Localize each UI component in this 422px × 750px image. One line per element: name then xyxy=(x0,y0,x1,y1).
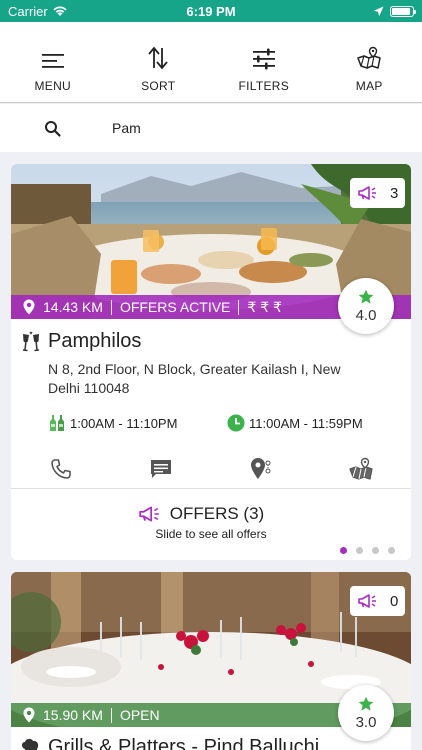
toolbar: MENU SORT FILTERS MAP xyxy=(0,22,422,103)
page-dot[interactable] xyxy=(372,547,379,554)
rating-badge: 3.0 xyxy=(338,685,394,741)
open-hours: 11:00AM - 11:59PM xyxy=(227,414,363,432)
search-bar xyxy=(0,104,422,152)
status-label: OFFERS ACTIVE xyxy=(119,299,231,315)
restaurant-card[interactable]: 3 14.43 KM OFFERS ACTIVE ₹ ₹ ₹ 4.0 Pamph… xyxy=(11,164,411,560)
sort-label: SORT xyxy=(141,79,176,93)
carrier: Carrier xyxy=(8,4,68,19)
sort-button[interactable]: SORT xyxy=(106,22,212,102)
bottles-icon xyxy=(50,415,64,431)
offer-count-badge: 0 xyxy=(350,586,405,616)
filters-icon xyxy=(252,48,275,70)
bar-hours: 1:00AM - 11:10PM xyxy=(48,414,177,432)
map-view-button[interactable] xyxy=(336,457,386,481)
filters-label: FILTERS xyxy=(238,79,290,93)
search-icon[interactable] xyxy=(44,120,61,137)
open-hours-text: 11:00AM - 11:59PM xyxy=(249,415,363,431)
page-indicator[interactable] xyxy=(340,547,395,554)
distance: 15.90 KM xyxy=(43,707,103,723)
rating-value: 4.0 xyxy=(355,306,377,324)
action-row xyxy=(11,449,411,489)
offer-count-badge: 3 xyxy=(350,178,405,208)
restaurant-name-row: Pamphilos xyxy=(20,330,141,353)
star-icon xyxy=(358,289,374,304)
restaurant-name[interactable]: Pamphilos xyxy=(48,330,141,353)
restaurant-name-row: Grills & Platters - Pind Balluchi xyxy=(20,736,319,750)
filters-button[interactable]: FILTERS xyxy=(211,22,317,102)
offer-count: 3 xyxy=(389,184,399,202)
restaurant-name[interactable]: Grills & Platters - Pind Balluchi xyxy=(48,736,319,750)
phone-icon xyxy=(51,458,71,479)
carrier-name: Carrier xyxy=(8,3,48,19)
wifi-icon xyxy=(53,6,67,16)
cheers-icon xyxy=(22,331,40,351)
message-icon xyxy=(151,459,171,478)
rating-value: 3.0 xyxy=(355,713,377,731)
location-pin-icon xyxy=(23,707,35,723)
price-level: ₹ ₹ ₹ xyxy=(247,298,282,315)
status-bar: Carrier 6:19 PM xyxy=(0,0,422,22)
location-pin-icon xyxy=(23,299,35,315)
map-icon xyxy=(357,46,381,69)
sort-icon xyxy=(148,46,168,70)
bar-hours-text: 1:00AM - 11:10PM xyxy=(70,415,178,431)
directions-icon xyxy=(251,457,271,479)
restaurant-address: N 8, 2nd Floor, N Block, Greater Kailash… xyxy=(48,361,341,396)
directions-button[interactable] xyxy=(236,457,286,481)
megaphone-icon xyxy=(357,186,376,200)
divider xyxy=(110,707,112,723)
review-button[interactable] xyxy=(136,458,186,480)
megaphone-icon xyxy=(139,506,159,522)
offers-section[interactable]: OFFERS (3) Slide to see all offers xyxy=(11,504,411,541)
distance: 14.43 KM xyxy=(43,299,103,315)
page-dot[interactable] xyxy=(340,547,347,554)
megaphone-icon xyxy=(357,594,376,608)
map-label: MAP xyxy=(355,79,383,93)
offers-subtitle: Slide to see all offers xyxy=(155,527,267,541)
map-icon xyxy=(349,457,373,480)
offers-title: OFFERS (3) xyxy=(169,504,265,523)
battery-icon xyxy=(390,5,416,17)
search-input[interactable] xyxy=(112,116,392,140)
divider xyxy=(238,299,240,315)
rating-badge: 4.0 xyxy=(338,278,394,334)
map-button[interactable]: MAP xyxy=(317,22,422,102)
restaurant-card[interactable]: 0 15.90 KM OPEN 3.0 Grills & Platters - … xyxy=(11,572,411,750)
chef-icon xyxy=(22,738,39,750)
location-arrow-icon xyxy=(373,6,384,16)
page-dot[interactable] xyxy=(356,547,363,554)
menu-label: MENU xyxy=(34,79,72,93)
clock-icon xyxy=(227,414,245,432)
menu-button[interactable]: MENU xyxy=(0,22,106,102)
call-button[interactable] xyxy=(36,458,86,480)
offer-count: 0 xyxy=(389,592,399,610)
divider xyxy=(110,299,112,315)
star-icon xyxy=(358,696,374,711)
status-label: OPEN xyxy=(119,707,160,723)
menu-icon xyxy=(41,54,64,68)
page-dot[interactable] xyxy=(388,547,395,554)
